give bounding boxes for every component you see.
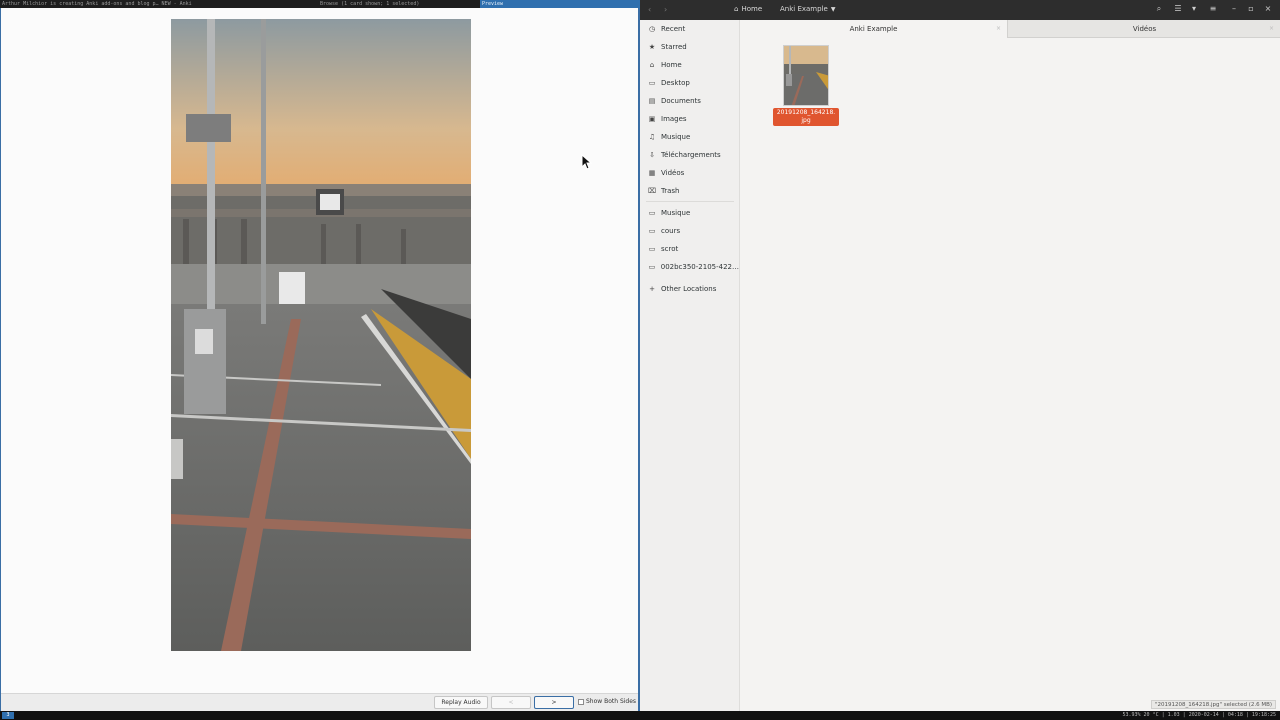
file-manager-window: ‹ › ⌂ Home Anki Example ▼ ⌕ ☰ ▾ ≡ – ▫ × … <box>640 0 1280 712</box>
sidebar-item-label: Other Locations <box>661 285 717 293</box>
back-arrow-icon[interactable]: ‹ <box>648 5 651 14</box>
sidebar-item-label: Desktop <box>661 79 690 87</box>
sidebar-item-label: Recent <box>661 25 686 33</box>
breadcrumb-current[interactable]: Anki Example ▼ <box>780 5 835 13</box>
sidebar-separator <box>646 201 734 202</box>
close-icon[interactable]: × <box>1263 4 1273 14</box>
breadcrumb-home-label: Home <box>741 5 763 13</box>
star-icon: ★ <box>648 43 656 51</box>
mouse-cursor-icon <box>581 154 593 170</box>
tab-label: Anki Example <box>849 25 898 33</box>
anki-preview-window: Replay Audio < > Show Both Sides <box>0 8 640 711</box>
sidebar-item-telechargements[interactable]: ⇩ Téléchargements <box>640 148 739 162</box>
previous-card-button[interactable]: < <box>491 696 531 709</box>
video-icon: ▦ <box>648 169 656 177</box>
anki-main-window-title[interactable]: Arthur Milchior is creating Anki add-ons… <box>2 1 192 7</box>
sidebar-item-videos[interactable]: ▦ Vidéos <box>640 166 739 180</box>
sidebar-item-musique-bookmark[interactable]: ▭ Musique <box>640 206 739 220</box>
show-both-sides-checkbox[interactable] <box>578 698 584 705</box>
sidebar-item-label: cours <box>661 227 681 235</box>
home-icon: ⌂ <box>649 61 655 69</box>
download-icon: ⇩ <box>649 151 655 159</box>
replay-audio-button[interactable]: Replay Audio <box>434 696 488 709</box>
selection-status: "20191208_164218.jpg" selected (2.6 MB) <box>1150 700 1276 709</box>
menu-icon[interactable]: ≡ <box>1208 4 1218 14</box>
sidebar-item-label: Téléchargements <box>661 151 721 159</box>
preview-controls: Replay Audio < > Show Both Sides <box>1 693 638 711</box>
sidebar-item-home[interactable]: ⌂ Home <box>640 58 739 72</box>
sidebar-item-label: Trash <box>661 187 680 195</box>
trash-icon: ⌧ <box>648 187 657 195</box>
folder-icon: ▭ <box>648 227 656 235</box>
minimize-icon[interactable]: – <box>1229 4 1239 14</box>
forward-arrow-icon[interactable]: › <box>664 5 667 14</box>
folder-icon: ▭ <box>648 245 656 253</box>
file-name-label[interactable]: 20191208_164218. jpg <box>773 108 839 126</box>
sidebar-item-cours[interactable]: ▭ cours <box>640 224 739 238</box>
sidebar-item-label: Images <box>661 115 687 123</box>
card-image <box>171 19 471 651</box>
sidebar-item-scrot[interactable]: ▭ scrot <box>640 242 739 256</box>
file-name-line2: jpg <box>801 117 811 124</box>
sidebar-item-starred[interactable]: ★ Starred <box>640 40 739 54</box>
tab-bar: Anki Example × Vidéos × <box>740 20 1280 38</box>
home-icon: ⌂ <box>734 5 739 13</box>
sidebar-item-recent[interactable]: ◷ Recent <box>640 22 739 36</box>
tab-label: Vidéos <box>1132 25 1157 33</box>
sidebar-item-label: Starred <box>661 43 687 51</box>
maximize-icon[interactable]: ▫ <box>1246 4 1256 14</box>
clock-icon: ◷ <box>648 25 656 33</box>
tab-anki-example[interactable]: Anki Example × <box>740 20 1008 38</box>
show-both-sides-label: Show Both Sides <box>586 698 637 705</box>
sidebar-item-images[interactable]: ▣ Images <box>640 112 739 126</box>
sidebar-item-documents[interactable]: ▤ Documents <box>640 94 739 108</box>
header-bar: ‹ › ⌂ Home Anki Example ▼ ⌕ ☰ ▾ ≡ – ▫ × <box>640 0 1280 20</box>
view-options-chevron-icon[interactable]: ▾ <box>1189 4 1199 14</box>
music-icon: ♫ <box>648 133 656 141</box>
sidebar-item-desktop[interactable]: ▭ Desktop <box>640 76 739 90</box>
places-sidebar: ◷ Recent ★ Starred ⌂ Home ▭ Desktop ▤ Documen… <box>640 20 740 712</box>
preview-window-title[interactable]: Preview <box>480 0 640 8</box>
sidebar-item-label: Home <box>661 61 682 69</box>
chevron-down-icon: ▼ <box>830 5 836 13</box>
breadcrumb-current-label: Anki Example <box>780 5 828 13</box>
browse-window-title[interactable]: Browse (1 card shown; 1 selected) <box>320 1 419 7</box>
sidebar-item-label: Vidéos <box>661 169 685 177</box>
system-stats: 53.93% 20 °C | 1.03 | 2020-02-14 | 04:18… <box>1122 712 1276 718</box>
sidebar-item-label: Musique <box>661 209 691 217</box>
sidebar-item-label: 002bc350-2105-422… <box>660 263 739 271</box>
file-name-line1: 20191208_164218. <box>776 109 836 116</box>
file-thumbnail[interactable] <box>783 45 829 106</box>
system-status-bar: 3 53.93% 20 °C | 1.03 | 2020-02-14 | 04:… <box>0 711 1280 720</box>
thumbnail-photo <box>784 46 828 105</box>
workspace-indicator[interactable]: 3 <box>2 712 14 719</box>
image-icon: ▣ <box>648 115 656 123</box>
view-list-icon[interactable]: ☰ <box>1173 4 1183 14</box>
breadcrumb-home[interactable]: ⌂ Home <box>734 5 762 13</box>
sidebar-item-other-locations[interactable]: + Other Locations <box>640 282 739 296</box>
next-card-button[interactable]: > <box>534 696 574 709</box>
show-both-sides-toggle[interactable]: Show Both Sides <box>578 698 636 705</box>
sidebar-item-drive[interactable]: ▭ 002bc350-2105-422… <box>640 260 739 274</box>
tab-close-icon[interactable]: × <box>996 20 1001 38</box>
sidebar-item-label: Documents <box>661 97 701 105</box>
plus-icon: + <box>649 285 655 293</box>
search-icon[interactable]: ⌕ <box>1154 4 1164 14</box>
sidebar-item-label: scrot <box>661 245 679 253</box>
desktop-screen: Arthur Milchior is creating Anki add-ons… <box>0 0 1280 720</box>
drive-icon: ▭ <box>648 263 656 271</box>
tab-videos[interactable]: Vidéos × <box>1009 20 1280 38</box>
sidebar-item-label: Musique <box>661 133 691 141</box>
tab-close-icon[interactable]: × <box>1269 20 1274 38</box>
desktop-icon: ▭ <box>648 79 656 87</box>
document-icon: ▤ <box>648 97 656 105</box>
station-photo <box>171 19 471 651</box>
folder-icon: ▭ <box>648 209 656 217</box>
sidebar-item-trash[interactable]: ⌧ Trash <box>640 184 739 198</box>
sidebar-item-musique[interactable]: ♫ Musique <box>640 130 739 144</box>
